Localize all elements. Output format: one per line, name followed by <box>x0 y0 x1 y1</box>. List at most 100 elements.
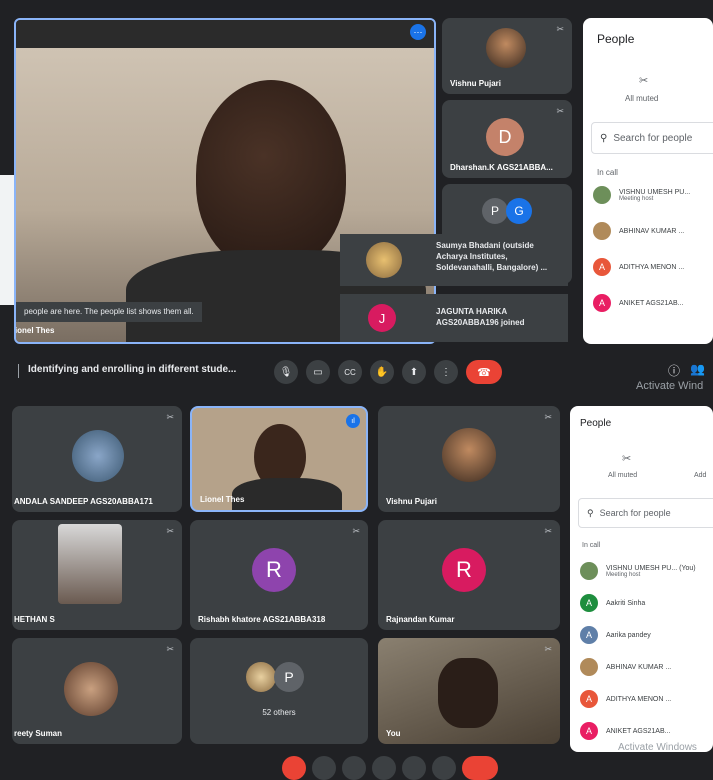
tile-lionel[interactable]: ıl Lionel Thes <box>190 406 368 512</box>
participant-avatar: A <box>593 294 611 312</box>
participant-info: VISHNU UMESH PU... Meeting host <box>619 189 690 202</box>
in-call-label: In call <box>597 168 618 177</box>
participant-avatar: A <box>580 594 598 612</box>
participant-row[interactable]: A ANIKET AGS21AB... <box>580 722 670 740</box>
search-input[interactable]: ⚲ Search for people <box>591 122 713 154</box>
tile-preety[interactable]: ✂ reety Suman <box>12 638 182 744</box>
tile-you[interactable]: ✂ You <box>378 638 560 744</box>
participant-avatar: R <box>442 548 486 592</box>
participant-name: ABHINAV KUMAR ... <box>606 663 672 671</box>
present-button[interactable]: ⬆ <box>402 360 426 384</box>
participant-avatar: R <box>252 548 296 592</box>
panel-title: People <box>597 32 635 46</box>
info-icon[interactable]: ⓘ <box>668 362 680 379</box>
muted-icon: ✂ <box>556 106 564 116</box>
camera-button[interactable] <box>312 756 336 780</box>
participant-row[interactable]: VISHNU UMESH PU... (You) Meeting host <box>580 562 696 580</box>
search-placeholder: Search for people <box>599 508 671 518</box>
search-icon: ⚲ <box>600 132 608 144</box>
mic-button[interactable]: 🎙 <box>274 360 298 384</box>
control-bar-top: Identifying and enrolling in different s… <box>0 352 713 392</box>
tile-name: Dharshan.K AGS21ABBA... <box>450 163 553 172</box>
participant-avatar: A <box>580 626 598 644</box>
participant-avatar <box>580 562 598 580</box>
mute-all-icon[interactable]: ✂ <box>622 452 631 465</box>
participant-row[interactable]: ABHINAV KUMAR ... <box>593 222 684 240</box>
search-icon: ⚲ <box>587 507 594 518</box>
participant-info: ABHINAV KUMAR ... <box>619 228 684 235</box>
participant-row[interactable]: A ADITHYA MENON ... <box>580 690 671 708</box>
tile-chethan[interactable]: ✂ HETHAN S <box>12 520 182 630</box>
participant-info: ABHINAV KUMAR ... <box>606 664 671 671</box>
people-panel-top: People ✂ All muted ⚲ Search for people I… <box>583 18 713 344</box>
participant-name: ADITHYA MENON ... <box>606 695 672 703</box>
tile-vishnu[interactable]: ✂ Vishnu Pujari <box>378 406 560 512</box>
participant-row[interactable]: A ANIKET AGS21AB... <box>593 294 683 312</box>
captions-button[interactable] <box>342 756 366 780</box>
side-tile-vishnu[interactable]: ✂ Vishnu Pujari <box>442 18 572 94</box>
muted-icon: ✂ <box>166 412 174 422</box>
camera-button[interactable]: ▭ <box>306 360 330 384</box>
tile-name: HETHAN S <box>14 615 55 624</box>
participant-row[interactable]: ABHINAV KUMAR ... <box>580 658 671 676</box>
participant-name: ANIKET AGS21AB... <box>606 727 671 735</box>
raise-hand-button[interactable]: ✋ <box>370 360 394 384</box>
all-muted-label: All muted <box>625 94 659 103</box>
tile-sandeep[interactable]: ✂ ANDALA SANDEEP AGS20ABBA171 <box>12 406 182 512</box>
tile-name: You <box>386 729 401 738</box>
leave-call-button[interactable] <box>462 756 498 780</box>
more-options-button[interactable] <box>432 756 456 780</box>
participant-avatar: D <box>486 118 524 156</box>
raise-hand-button[interactable] <box>372 756 396 780</box>
toast-photo <box>366 242 402 278</box>
muted-icon: ✂ <box>556 24 564 34</box>
main-banner: people are here. The people list shows t… <box>16 302 202 322</box>
join-toast-2: J JAGUNTA HARIKA AGS20ABBA196 joined <box>340 294 568 342</box>
people-panel-bottom: People ✂ All muted Add ⚲ Search for peop… <box>570 406 713 752</box>
tile-name: Rajnandan Kumar <box>386 615 455 624</box>
tile-rajnandan[interactable]: R ✂ Rajnandan Kumar <box>378 520 560 630</box>
more-options-icon[interactable]: ⋯ <box>410 24 426 40</box>
participant-info: ANIKET AGS21AB... <box>619 300 683 307</box>
search-placeholder: Search for people <box>613 132 693 144</box>
tile-name: Rishabh khatore AGS21ABBA318 <box>198 615 326 624</box>
participant-row[interactable]: A ADITHYA MENON ... <box>593 258 684 276</box>
participant-name: ABHINAV KUMAR ... <box>619 227 685 235</box>
participant-row[interactable]: A Aakriti Sinha <box>580 594 645 612</box>
leave-call-button[interactable]: ☎ <box>466 360 502 384</box>
group-avatar-g: G <box>506 198 532 224</box>
add-label[interactable]: Add <box>694 472 706 479</box>
participant-info: ANIKET AGS21AB... <box>606 728 670 735</box>
muted-icon: ✂ <box>166 644 174 654</box>
participant-photo <box>58 524 122 604</box>
tile-name: Vishnu Pujari <box>450 79 501 88</box>
side-tile-dharshan[interactable]: D ✂ Dharshan.K AGS21ABBA... <box>442 100 572 178</box>
participant-name: VISHNU UMESH PU... (You) <box>606 564 696 572</box>
participant-photo <box>246 662 276 692</box>
participant-row[interactable]: VISHNU UMESH PU... Meeting host <box>593 186 690 204</box>
participant-row[interactable]: A Aarika pandey <box>580 626 651 644</box>
participant-name: Aarika pandey <box>606 631 651 639</box>
participant-photo <box>72 430 124 482</box>
tile-rishabh[interactable]: R ✂ Rishabh khatore AGS21ABBA318 <box>190 520 368 630</box>
present-button[interactable] <box>402 756 426 780</box>
participant-avatar <box>593 186 611 204</box>
tile-others[interactable]: P 52 others <box>190 638 368 744</box>
participant-info: ADITHYA MENON ... <box>619 264 684 271</box>
mute-all-icon[interactable]: ✂ <box>639 74 648 87</box>
participant-avatar: A <box>580 722 598 740</box>
divider <box>18 364 19 378</box>
search-input[interactable]: ⚲ Search for people <box>578 498 713 528</box>
participant-info: Aakriti Sinha <box>606 600 645 607</box>
muted-icon: ✂ <box>544 526 552 536</box>
participant-name: ADITHYA MENON ... <box>619 263 685 271</box>
captions-button[interactable]: CC <box>338 360 362 384</box>
tile-name: ANDALA SANDEEP AGS20ABBA171 <box>14 497 153 506</box>
more-options-button[interactable]: ⋮ <box>434 360 458 384</box>
all-muted-label: All muted <box>608 472 638 479</box>
participant-info: VISHNU UMESH PU... (You) Meeting host <box>606 565 696 578</box>
people-icon[interactable]: 👥 <box>690 362 705 376</box>
mic-button[interactable] <box>282 756 306 780</box>
in-call-label: In call <box>582 542 601 549</box>
participant-name: VISHNU UMESH PU... <box>619 188 691 196</box>
